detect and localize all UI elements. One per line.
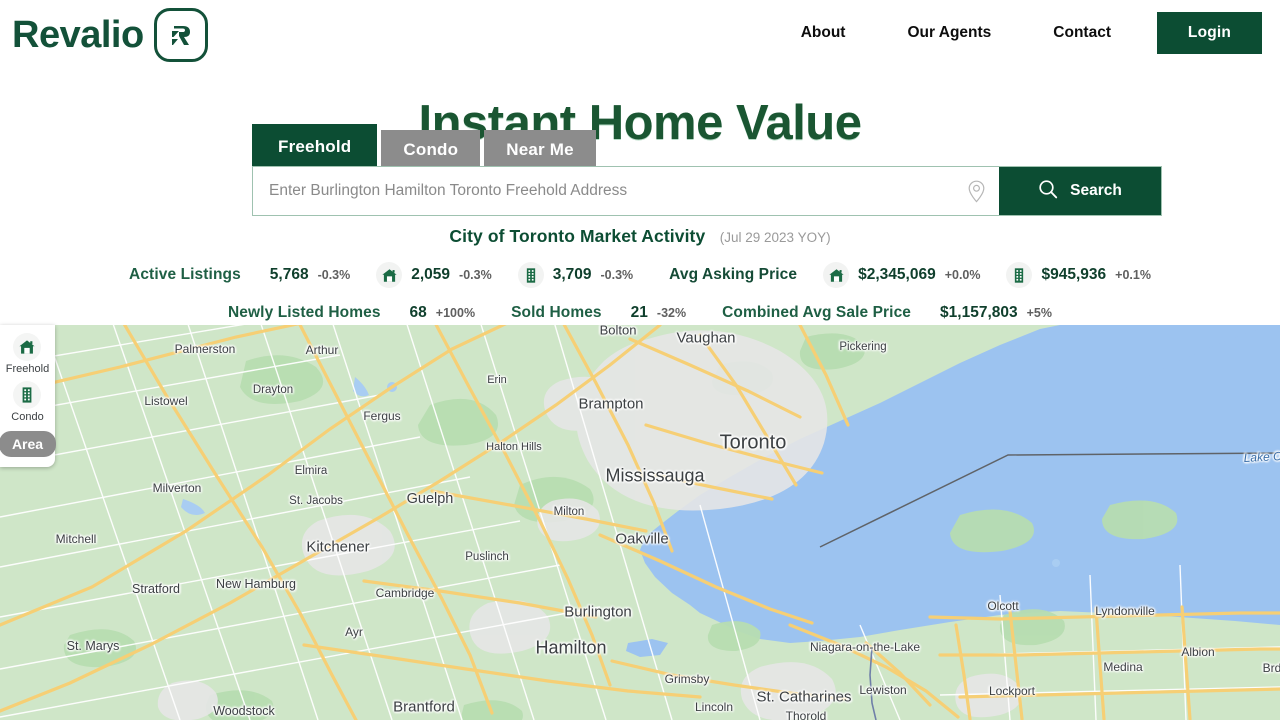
- stat-active-listings: Active Listings 5,768 -0.3%: [129, 266, 350, 284]
- avg-asking-price-freehold-delta: +0.0%: [944, 268, 981, 282]
- main-nav: About Our Agents Contact Login: [801, 0, 1280, 66]
- market-activity-heading: City of Toronto Market Activity (Jul 29 …: [0, 224, 1280, 246]
- newly-listed-homes-delta: +100%: [435, 306, 476, 320]
- location-pin-icon[interactable]: [953, 167, 999, 215]
- market-activity-section: City of Toronto Market Activity (Jul 29 …: [0, 224, 1280, 322]
- avg-asking-price-condo-value: $945,936: [1041, 266, 1107, 283]
- stat-combined-avg-sale-price: Combined Avg Sale Price $1,157,803 +5%: [722, 304, 1052, 322]
- stat-active-listings-freehold: 2,059 -0.3%: [376, 262, 492, 288]
- sold-homes-delta: -32%: [656, 306, 687, 320]
- search-icon: [1038, 179, 1058, 204]
- active-listings-label: Active Listings: [129, 266, 241, 283]
- active-listings-total-delta: -0.3%: [317, 268, 351, 282]
- nav-link-contact[interactable]: Contact: [1053, 18, 1111, 48]
- combined-avg-sale-price-delta: +5%: [1026, 306, 1052, 320]
- market-activity-date: (Jul 29 2023 YOY): [719, 230, 831, 245]
- stat-avg-asking-price: Avg Asking Price: [669, 266, 797, 284]
- brand-name: Revalio: [12, 14, 144, 56]
- active-listings-condo-value: 3,709: [552, 266, 592, 283]
- property-type-tabs: Freehold Condo Near Me: [252, 124, 596, 170]
- sold-homes-value: 21: [630, 304, 648, 321]
- house-icon: [13, 333, 42, 361]
- stat-avg-asking-price-condo: $945,936 +0.1%: [1006, 262, 1151, 288]
- address-search-bar: Search: [252, 166, 1162, 216]
- page-title: Instant Home Value: [418, 95, 862, 150]
- stat-newly-listed-homes: Newly Listed Homes 68 +100%: [228, 304, 475, 322]
- active-listings-condo-delta: -0.3%: [600, 268, 634, 282]
- avg-asking-price-condo-delta: +0.1%: [1115, 268, 1151, 282]
- avg-asking-price-label: Avg Asking Price: [669, 266, 798, 283]
- house-icon: [823, 262, 850, 288]
- map-base-graphics: [0, 325, 1280, 720]
- site-header: Revalio About Our Agents Contact Login: [0, 0, 1280, 66]
- tab-near-me[interactable]: Near Me: [484, 130, 596, 170]
- building-icon: [13, 381, 42, 409]
- combined-avg-sale-price-label: Combined Avg Sale Price: [722, 304, 912, 321]
- login-button[interactable]: Login: [1157, 12, 1262, 54]
- newly-listed-homes-label: Newly Listed Homes: [228, 304, 381, 321]
- map-filter-freehold[interactable]: Freehold: [6, 333, 49, 375]
- stat-sold-homes: Sold Homes 21 -32%: [511, 304, 686, 322]
- sold-homes-label: Sold Homes: [511, 304, 602, 321]
- active-listings-freehold-delta: -0.3%: [459, 268, 492, 282]
- map-filter-panel: Freehold Condo Area: [0, 325, 57, 467]
- search-button-label: Search: [1070, 182, 1122, 199]
- tab-condo[interactable]: Condo: [381, 130, 481, 170]
- combined-avg-sale-price-value: $1,157,803: [940, 304, 1018, 321]
- building-icon: [1006, 262, 1033, 288]
- revalio-r-logo-icon: [153, 8, 208, 62]
- page-root: Revalio About Our Agents Contact Login I…: [0, 0, 1280, 720]
- newly-listed-homes-value: 68: [409, 304, 427, 321]
- search-input[interactable]: [253, 167, 953, 215]
- nav-link-about[interactable]: About: [801, 18, 846, 48]
- brand-logo[interactable]: Revalio: [12, 8, 208, 62]
- stat-active-listings-condo: 3,709 -0.3%: [517, 262, 634, 288]
- stat-avg-asking-price-freehold: $2,345,069 +0.0%: [823, 262, 980, 288]
- nav-link-our-agents[interactable]: Our Agents: [907, 18, 991, 48]
- map-canvas[interactable]: Bolton Vaughan Pickering Palmerston Arthur Dr…: [0, 325, 1280, 720]
- building-icon: [517, 262, 544, 288]
- house-icon: [376, 262, 403, 288]
- search-button[interactable]: Search: [999, 167, 1161, 215]
- market-activity-title: City of Toronto Market Activity: [449, 226, 706, 246]
- tab-freehold[interactable]: Freehold: [252, 124, 378, 170]
- market-stats-row-1: Active Listings 5,768 -0.3% 2,059 -0.3%: [0, 262, 1280, 288]
- map-filter-condo-label: Condo: [11, 411, 44, 423]
- market-stats-row-2: Newly Listed Homes 68 +100% Sold Homes 2…: [0, 304, 1280, 322]
- map-area-button[interactable]: Area: [0, 431, 57, 457]
- active-listings-freehold-value: 2,059: [411, 266, 451, 283]
- map-filter-freehold-label: Freehold: [5, 363, 50, 375]
- map-filter-condo[interactable]: Condo: [11, 381, 44, 423]
- avg-asking-price-freehold-value: $2,345,069: [858, 266, 936, 283]
- active-listings-total-value: 5,768: [269, 266, 309, 283]
